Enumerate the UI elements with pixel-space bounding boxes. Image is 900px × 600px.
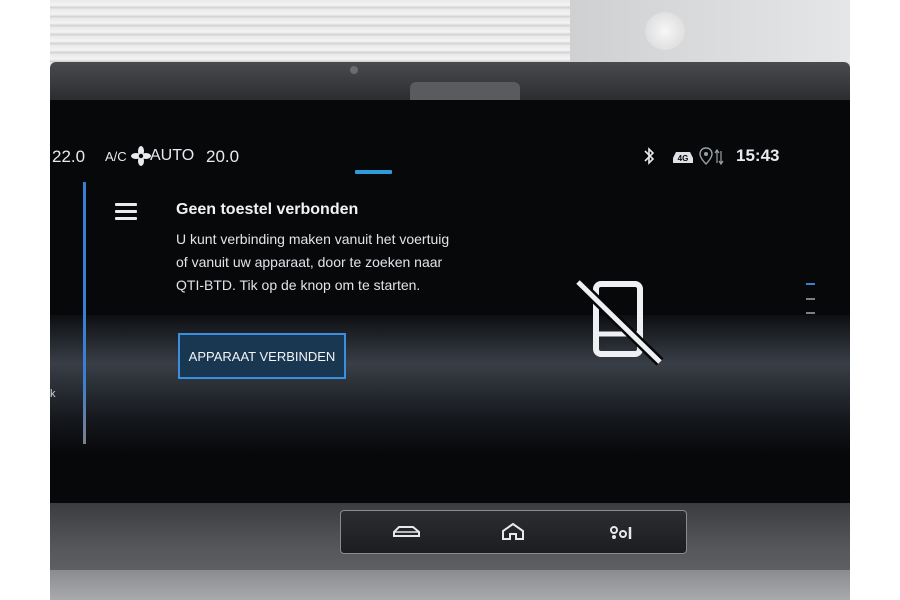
infotainment-screen: 22.0 A/C AUTO 20.0 4G 15:43 k Geen toest… [50,100,850,505]
screen-glare [50,315,850,455]
car-icon[interactable] [391,520,423,544]
left-panel-text: k [50,388,56,400]
fan-icon[interactable] [131,146,151,166]
4g-car-icon: 4G [673,152,693,163]
clock: 15:43 [736,146,780,165]
home-icon[interactable] [497,520,529,544]
page-indicator [355,170,392,174]
right-page-dot [806,298,815,300]
menu-icon[interactable] [115,203,137,221]
dashboard-lower-trim [50,570,850,600]
temp-right[interactable]: 20.0 [206,147,239,167]
left-scroll-rail[interactable] [83,182,86,444]
description-text: U kunt verbinding maken vanuit het voert… [176,231,450,293]
connect-device-button[interactable]: APPARAAT VERBINDEN [178,333,346,379]
phone-disconnected-icon [574,278,664,366]
signal-arrows-icon [714,148,724,166]
fan-mode[interactable]: AUTO [150,147,194,165]
background-light-spot [645,12,685,50]
right-page-dot [806,312,815,314]
right-page-dot-active [806,283,815,285]
bezel-hump [410,82,520,102]
status-bar: 22.0 A/C AUTO 20.0 4G 15:43 [50,140,850,174]
drive-mode-icon[interactable] [604,520,636,544]
car-dashboard-photo: 22.0 A/C AUTO 20.0 4G 15:43 k Geen toest… [50,0,850,600]
page-title: Geen toestel verbonden [176,201,359,218]
location-icon [699,147,713,165]
bezel-sensor [350,66,358,74]
network-label: 4G [678,154,689,163]
ac-label[interactable]: A/C [105,149,127,164]
temp-left[interactable]: 22.0 [52,147,85,167]
bluetooth-icon [644,147,655,165]
